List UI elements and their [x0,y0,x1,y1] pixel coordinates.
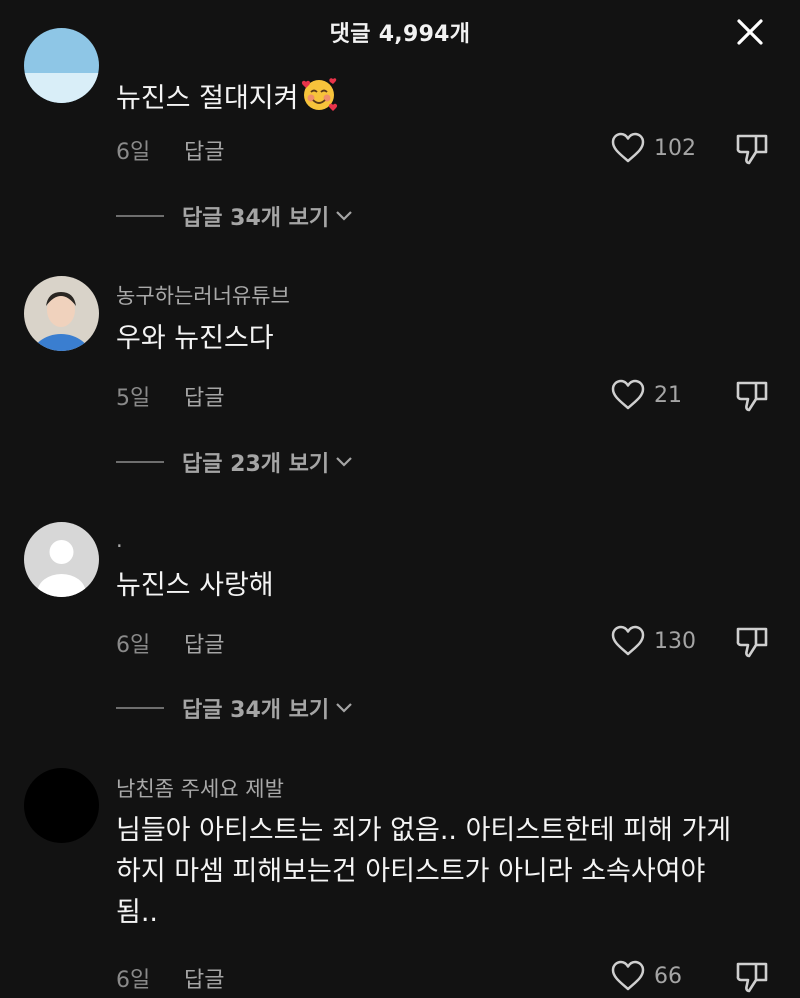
like-button[interactable]: 66 [610,958,682,994]
comment-item: 남친좀 주세요 제발 님들아 아티스트는 죄가 없음.. 아티스트한테 피해 가… [0,0,800,994]
comment-time: 6일 [116,968,151,993]
reply-button[interactable]: 답글 [184,962,224,994]
like-count: 66 [654,963,682,989]
comment-text: 님들아 아티스트는 죄가 없음.. 아티스트한테 피해 가게 하지 마셈 피해보… [116,815,732,928]
heart-icon [611,960,645,991]
dislike-button[interactable] [734,958,770,994]
thumbs-down-icon [736,962,768,993]
avatar[interactable] [24,768,99,843]
comment-username[interactable]: 남친좀 주세요 제발 [116,773,284,803]
